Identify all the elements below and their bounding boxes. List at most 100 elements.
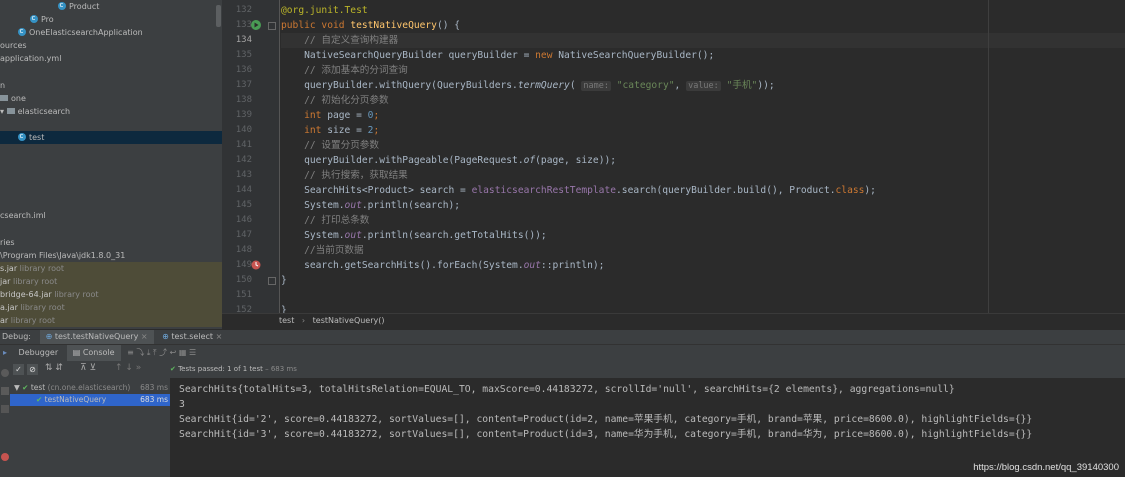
step-over-icon[interactable]: ≡ ⤵ ⤓ ⤒ ⤴ ↩ ▦ ☰ bbox=[127, 348, 196, 357]
code-line: search.getSearchHits().forEach(System.ou… bbox=[281, 260, 605, 271]
pause-icon[interactable] bbox=[1, 387, 9, 395]
close-icon[interactable]: × bbox=[216, 332, 223, 341]
debug-icon: ⊕ bbox=[45, 332, 55, 341]
fold-icon[interactable] bbox=[268, 277, 276, 285]
tab-debugger[interactable]: Debugger bbox=[13, 345, 65, 361]
chevron-down-icon: ▼ bbox=[14, 383, 23, 392]
line-number: 136 bbox=[235, 65, 252, 75]
code-line: queryBuilder.withQuery(QueryBuilders.ter… bbox=[281, 80, 775, 91]
console-line: 3 bbox=[179, 399, 185, 410]
line-number: 140 bbox=[235, 125, 252, 135]
resume-icon[interactable] bbox=[1, 369, 9, 377]
line-number: 138 bbox=[235, 95, 252, 105]
console-line: SearchHit{id='2', score=0.44183272, sort… bbox=[179, 414, 1033, 425]
tree-item[interactable]: csearch.iml bbox=[0, 209, 222, 222]
line-number: 132 bbox=[235, 5, 252, 15]
stop-icon[interactable] bbox=[1, 405, 9, 413]
line-number: 133 bbox=[235, 20, 252, 30]
code-line: queryBuilder.withPageable(PageRequest.of… bbox=[281, 155, 617, 166]
library-item[interactable]: a.jar library root bbox=[0, 301, 222, 314]
tree-item[interactable]: one bbox=[0, 92, 222, 105]
console-line: SearchHits{totalHits=3, totalHitsRelatio… bbox=[179, 384, 955, 395]
line-number: 142 bbox=[235, 155, 252, 165]
line-number: 141 bbox=[235, 140, 252, 150]
debug-label: Debug: bbox=[2, 332, 32, 341]
code-line: System.out.println(search); bbox=[281, 200, 461, 211]
param-hint: name: bbox=[581, 81, 611, 91]
debug-side-toolbar bbox=[0, 361, 10, 477]
test-case-row-selected[interactable]: ✔ testNativeQuery 683 ms bbox=[10, 394, 170, 406]
code-line: NativeSearchQueryBuilder queryBuilder = … bbox=[281, 50, 715, 61]
debug-toolbar: ▸ Debugger ▤ Console ≡ ⤵ ⤓ ⤒ ⤴ ↩ ▦ ☰ bbox=[0, 344, 1125, 361]
line-number: 146 bbox=[235, 215, 252, 225]
tab-test-select[interactable]: ⊕ test.select × bbox=[156, 330, 228, 345]
line-number: 148 bbox=[235, 245, 252, 255]
code-line: } bbox=[281, 305, 287, 313]
breadcrumb-item[interactable]: testNativeQuery() bbox=[313, 316, 385, 325]
code-line: SearchHits<Product> search = elasticsear… bbox=[281, 185, 876, 196]
passed-icon: ✔ bbox=[170, 365, 179, 373]
tree-item[interactable]: application.yml bbox=[0, 52, 222, 65]
tree-item[interactable]: ries bbox=[0, 236, 222, 249]
tree-item[interactable]: \Program Files\Java\jdk1.8.0_31 bbox=[0, 249, 222, 262]
passed-icon: ✔ bbox=[36, 395, 45, 404]
tab-test-native-query[interactable]: ⊕ test.testNativeQuery × bbox=[39, 330, 154, 345]
breadcrumb-item[interactable]: test bbox=[279, 316, 294, 325]
class-icon bbox=[18, 25, 26, 38]
project-tree: Product Pro OneElasticsearchApplication … bbox=[0, 0, 222, 330]
code-line: int size = 2; bbox=[281, 125, 380, 136]
passed-icon: ✔ bbox=[22, 383, 31, 392]
sort-icon[interactable]: ⇅ ⇵ bbox=[45, 363, 63, 373]
code-line: } bbox=[281, 275, 287, 286]
tree-item[interactable]: ources bbox=[0, 39, 222, 52]
library-item[interactable]: bridge-64.jar library root bbox=[0, 288, 222, 301]
code-line: // 执行搜索，获取结果 bbox=[281, 170, 408, 181]
line-number: 134 bbox=[235, 35, 252, 45]
tree-item[interactable]: ▾ elasticsearch bbox=[0, 105, 222, 118]
code-line: @org.junit.Test bbox=[281, 5, 368, 16]
line-number: 135 bbox=[235, 50, 252, 60]
fold-icon[interactable] bbox=[268, 22, 276, 30]
tab-console[interactable]: ▤ Console bbox=[66, 345, 121, 361]
navigate-icon[interactable]: ↑ ↓ » bbox=[115, 363, 141, 373]
code-line: System.out.println(search.getTotalHits()… bbox=[281, 230, 547, 241]
debug-icon: ⊕ bbox=[162, 332, 172, 341]
library-item[interactable]: jar library root bbox=[0, 275, 222, 288]
breadcrumb: test › testNativeQuery() bbox=[222, 313, 1125, 328]
test-runner-toolbar: ✓ ⊘ ⇅ ⇵ ⊼ ⊻ ↑ ↓ » bbox=[10, 361, 170, 378]
debug-tab-bar: Debug: ⊕ test.testNativeQuery × ⊕ test.s… bbox=[0, 329, 1125, 345]
run-test-icon[interactable] bbox=[250, 19, 262, 31]
line-number: 137 bbox=[235, 80, 252, 90]
tree-scrollbar[interactable] bbox=[216, 5, 221, 27]
breakpoints-icon[interactable] bbox=[1, 453, 9, 461]
line-number: 149 bbox=[235, 260, 252, 270]
code-line-current: // 自定义查询构建器 bbox=[281, 33, 1125, 48]
rerun-icon[interactable]: ▸ bbox=[0, 345, 10, 361]
show-ignored-icon[interactable]: ⊘ bbox=[27, 364, 38, 375]
tree-item[interactable]: n bbox=[0, 79, 222, 92]
line-number: 151 bbox=[235, 290, 252, 300]
tree-item[interactable]: OneElasticsearchApplication bbox=[0, 25, 222, 39]
code-line: // 添加基本的分词查询 bbox=[281, 65, 408, 76]
right-margin-guide bbox=[988, 0, 989, 313]
expand-all-icon[interactable]: ⊼ ⊻ bbox=[80, 363, 96, 373]
line-number: 143 bbox=[235, 170, 252, 180]
watermark: https://blog.csdn.net/qq_39140300 bbox=[973, 462, 1119, 473]
code-editor[interactable]: @org.junit.Test public void testNativeQu… bbox=[281, 0, 1125, 313]
close-icon[interactable]: × bbox=[141, 332, 148, 341]
show-passed-icon[interactable]: ✓ bbox=[13, 364, 24, 375]
test-results-bar: ✔ Tests passed: 1 of 1 test – 683 ms bbox=[170, 361, 1125, 378]
library-item[interactable]: ar library root bbox=[0, 314, 222, 327]
line-number: 145 bbox=[235, 200, 252, 210]
folder-icon bbox=[6, 108, 15, 114]
tree-item-selected[interactable]: test bbox=[0, 130, 222, 144]
line-number: 144 bbox=[235, 185, 252, 195]
breakpoint-icon[interactable] bbox=[250, 259, 262, 271]
tree-item[interactable]: Pro bbox=[0, 12, 222, 26]
console-line: SearchHit{id='3', score=0.44183272, sort… bbox=[179, 429, 1033, 440]
breadcrumb-separator: › bbox=[301, 316, 306, 325]
class-icon bbox=[58, 0, 66, 12]
library-item[interactable]: s.jar library root bbox=[0, 262, 222, 275]
test-suite-row[interactable]: ▼ ✔ test (cn.one.elasticsearch) 683 ms bbox=[14, 382, 170, 394]
code-line: // 设置分页参数 bbox=[281, 140, 379, 151]
